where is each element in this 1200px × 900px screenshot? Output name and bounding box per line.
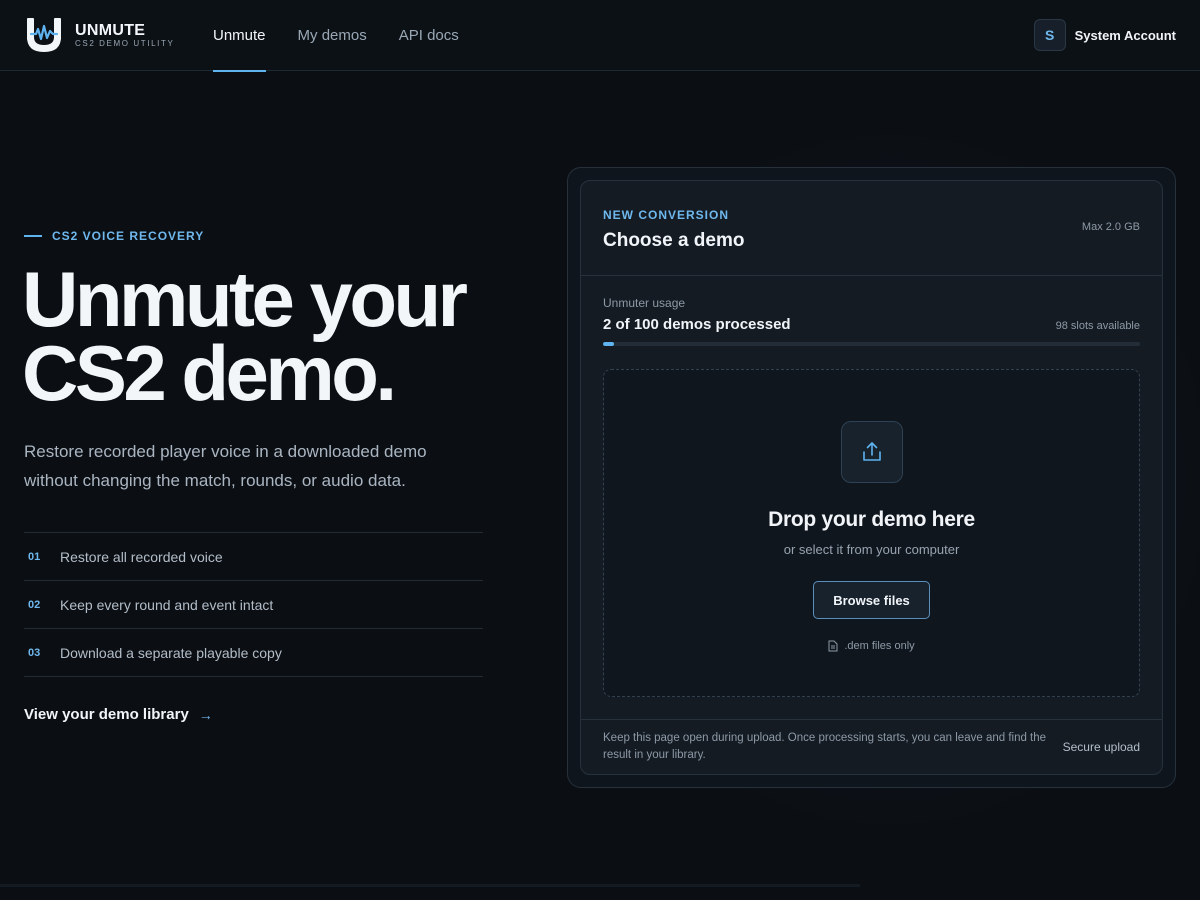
upload-note: Keep this page open during upload. Once … bbox=[603, 732, 1047, 761]
eyebrow-line bbox=[24, 235, 42, 237]
feature-number: 03 bbox=[28, 646, 41, 659]
bottom-divider bbox=[0, 884, 860, 887]
top-header: UNMUTE CS2 DEMO UTILITY Unmute My demos … bbox=[0, 0, 1200, 72]
dropzone-title: Drop your demo here bbox=[768, 508, 975, 531]
feature-number: 02 bbox=[28, 598, 41, 611]
card-footer: Keep this page open during upload. Once … bbox=[581, 719, 1162, 774]
browse-files-button[interactable]: Browse files bbox=[813, 581, 930, 619]
file-type-hint-text: .dem files only bbox=[844, 640, 915, 652]
dropzone-subtitle: or select it from your computer bbox=[783, 542, 960, 557]
account-name[interactable]: System Account bbox=[1075, 28, 1176, 43]
main-nav: Unmute My demos API docs bbox=[213, 0, 491, 72]
hero-title: Unmute your CS2 demo. bbox=[22, 255, 542, 417]
file-icon bbox=[828, 640, 838, 652]
feature-text: Download a separate playable copy bbox=[60, 644, 282, 661]
usage-label: Unmuter usage bbox=[603, 296, 686, 310]
logo[interactable]: UNMUTE CS2 DEMO UTILITY bbox=[26, 17, 174, 53]
card-title: Choose a demo bbox=[603, 230, 745, 251]
conversion-card-frame: NEW CONVERSION Choose a demo Max 2.0 GB … bbox=[567, 167, 1176, 788]
upload-icon bbox=[863, 442, 881, 461]
nav-item-api-docs[interactable]: API docs bbox=[399, 0, 459, 71]
usage-progress-bar bbox=[603, 342, 1140, 346]
feature-item: 03 Download a separate playable copy bbox=[24, 629, 483, 677]
unmute-logo-icon bbox=[27, 18, 61, 52]
nav-item-my-demos[interactable]: My demos bbox=[298, 0, 367, 71]
feature-list: 01 Restore all recorded voice 02 Keep ev… bbox=[24, 532, 483, 677]
file-type-hint: .dem files only bbox=[604, 640, 1139, 652]
nav-item-unmute[interactable]: Unmute bbox=[213, 0, 266, 72]
avatar[interactable]: S bbox=[1033, 19, 1066, 51]
hero-eyebrow: CS2 VOICE RECOVERY bbox=[24, 229, 204, 243]
usage-progress-fill bbox=[603, 342, 614, 346]
arrow-right-icon: → bbox=[198, 706, 213, 723]
feature-text: Restore all recorded voice bbox=[60, 548, 223, 565]
demo-library-link[interactable]: View your demo library → bbox=[24, 706, 213, 723]
card-header: NEW CONVERSION Choose a demo Max 2.0 GB bbox=[581, 181, 1162, 276]
max-size-label: Max 2.0 GB bbox=[1081, 221, 1140, 233]
feature-text: Keep every round and event intact bbox=[60, 596, 274, 613]
usage-slots: 98 slots available bbox=[1055, 320, 1140, 332]
conversion-card: NEW CONVERSION Choose a demo Max 2.0 GB … bbox=[580, 180, 1163, 775]
demo-library-link-label: View your demo library bbox=[24, 706, 189, 723]
hero-title-line-1: Unmute your bbox=[22, 255, 468, 343]
card-eyebrow: NEW CONVERSION bbox=[603, 208, 730, 222]
logo-title: UNMUTE bbox=[75, 21, 146, 39]
account-menu[interactable]: S System Account bbox=[1033, 19, 1176, 51]
feature-number: 01 bbox=[28, 550, 41, 563]
feature-item: 02 Keep every round and event intact bbox=[24, 581, 483, 629]
file-dropzone[interactable]: Drop your demo here or select it from yo… bbox=[603, 369, 1140, 697]
feature-item: 01 Restore all recorded voice bbox=[24, 533, 483, 581]
upload-icon-box bbox=[841, 421, 903, 483]
hero-eyebrow-text: CS2 VOICE RECOVERY bbox=[52, 229, 205, 243]
hero-title-line-2: CS2 demo. bbox=[22, 329, 397, 417]
usage-count: 2 of 100 demos processed bbox=[603, 316, 791, 333]
hero-description: Restore recorded player voice in a downl… bbox=[24, 442, 427, 490]
secure-upload-label: Secure upload bbox=[1062, 740, 1140, 754]
logo-subtitle: CS2 DEMO UTILITY bbox=[75, 38, 175, 48]
